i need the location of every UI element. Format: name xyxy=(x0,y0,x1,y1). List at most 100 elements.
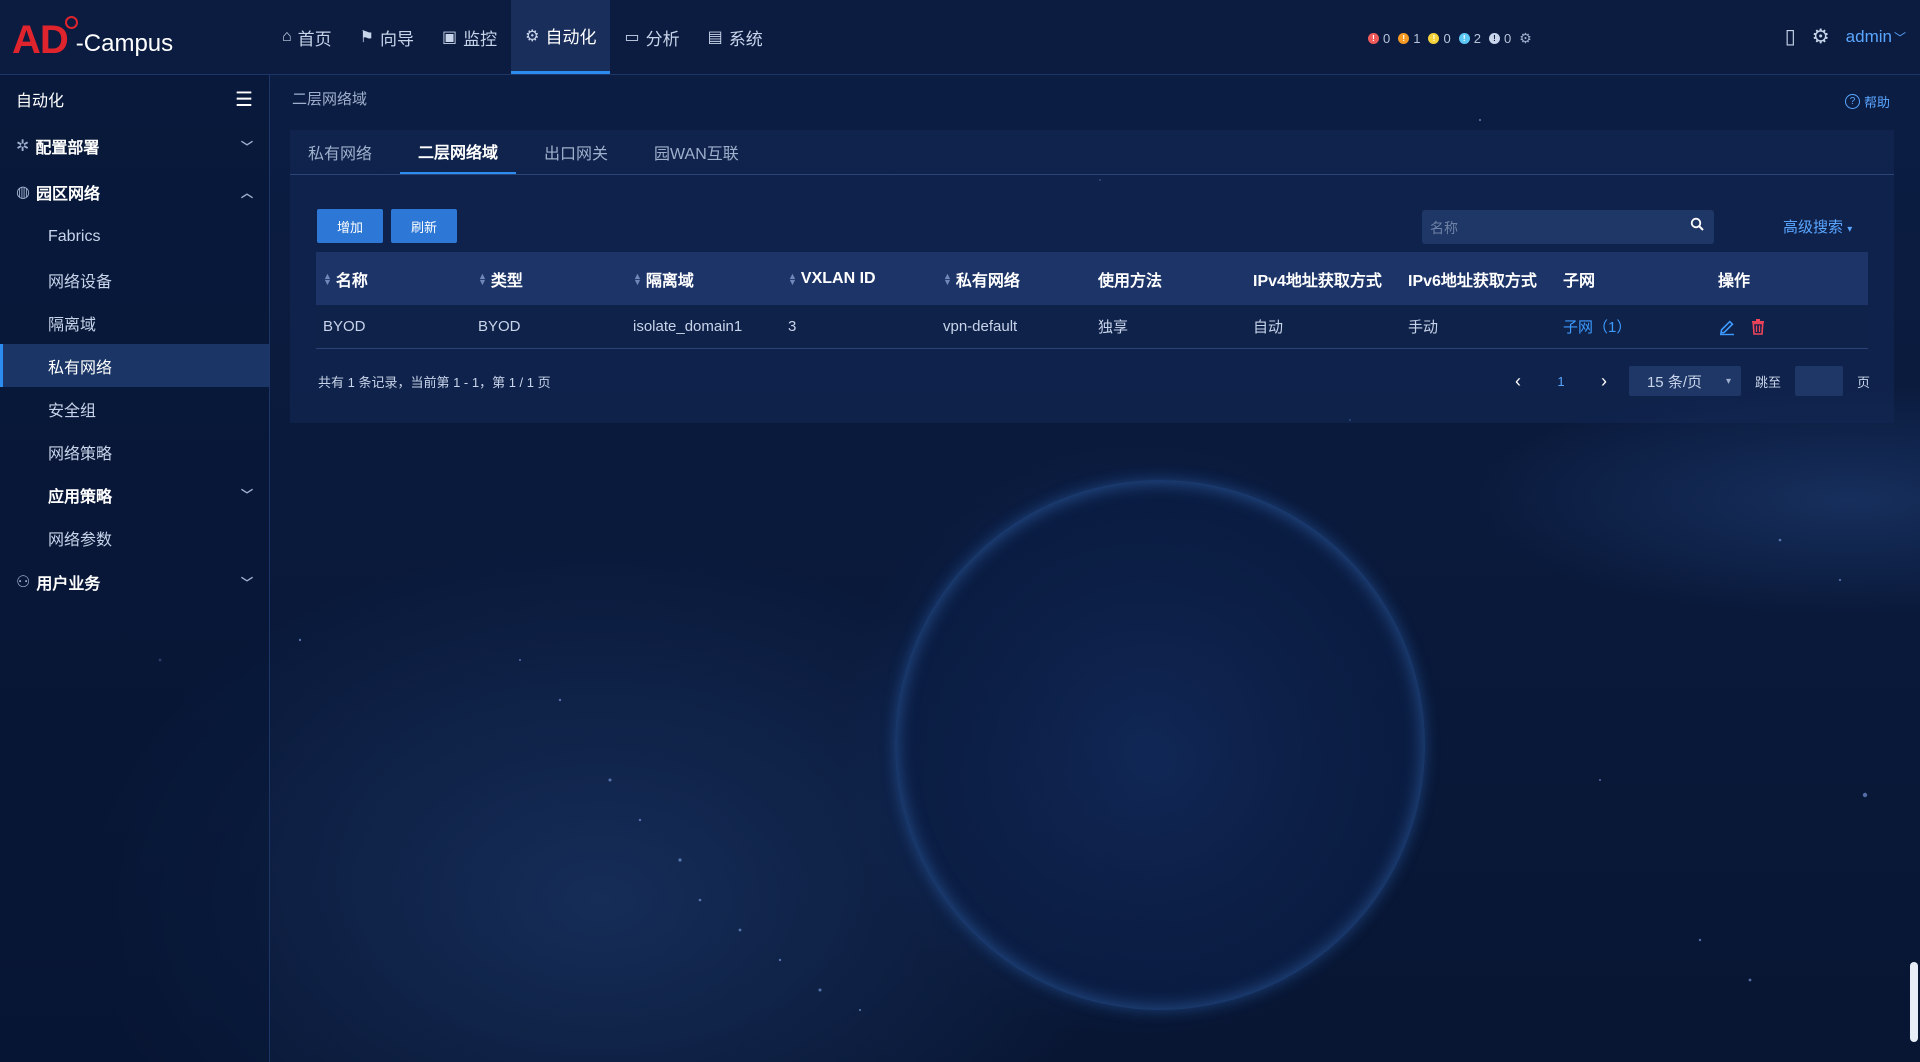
sidebar-item-security-group-label: 安全组 xyxy=(48,402,97,420)
nav-automation[interactable]: ⚙ 自动化 xyxy=(511,0,611,74)
alarm-minor[interactable]: ! 0 xyxy=(1428,31,1451,46)
guide-icon: ⚑ xyxy=(359,29,375,46)
alarm-minor-icon: ! xyxy=(1428,33,1440,44)
alarm-warning-icon: ! xyxy=(1458,33,1470,44)
nav-home[interactable]: ⌂ 首页 xyxy=(268,0,346,74)
column-header-isolation-label: 隔离域 xyxy=(645,272,694,290)
logo: AD -Campus xyxy=(12,14,173,62)
background-planet xyxy=(895,480,1425,1010)
jump-label: 跳至 xyxy=(1754,374,1781,390)
sort-icon: ▲ ▼ xyxy=(323,270,332,287)
sidebar-item-security-group[interactable]: 安全组 xyxy=(0,387,269,430)
column-header-type[interactable]: ▲ ▼ 类型 xyxy=(471,267,626,291)
nav-monitor[interactable]: ▣ 监控 xyxy=(428,0,511,74)
search-icon[interactable] xyxy=(1690,217,1704,231)
advanced-search-link[interactable]: 高级搜索 ▾ xyxy=(1783,216,1852,237)
logo-ad: AD xyxy=(12,16,78,62)
chevron-down-icon: ﹀ xyxy=(1893,30,1906,45)
caret-down-icon: ▾ xyxy=(1847,224,1853,235)
alarm-settings-icon[interactable]: ⚙ xyxy=(1519,30,1532,47)
pagination: ‹ 1 › 15 条/页 ▾ 跳至 页 xyxy=(1507,364,1870,398)
cell-subnet: 子网（1） xyxy=(1556,316,1711,337)
home-icon: ⌂ xyxy=(282,28,292,45)
sidebar-item-network-policy-label: 网络策略 xyxy=(48,445,113,463)
sidebar-group-campus-network[interactable]: ◍ 园区网络 ︿ xyxy=(0,169,269,215)
sidebar-item-network-devices[interactable]: 网络设备 xyxy=(0,258,269,301)
column-header-ipv6: IPv6地址获取方式 xyxy=(1408,272,1537,290)
sidebar-item-app-policy[interactable]: 应用策略 ﹀ xyxy=(0,473,269,516)
analysis-icon: ▭ xyxy=(624,29,640,46)
cell-type: BYOD xyxy=(478,318,521,335)
column-header-private-net[interactable]: ▲ ▼ 私有网络 xyxy=(936,267,1091,291)
document-icon[interactable]: ▯ xyxy=(1785,24,1796,49)
caret-down-icon: ▾ xyxy=(1725,375,1731,387)
edit-icon[interactable] xyxy=(1718,318,1736,336)
prev-page-icon[interactable]: ‹ xyxy=(1507,371,1529,392)
column-header-vxlan[interactable]: ▲ ▼ VXLAN ID xyxy=(781,270,936,288)
sidebar-item-network-params[interactable]: 网络参数 xyxy=(0,516,269,559)
tab-campus-wan[interactable]: 园WAN互联 xyxy=(636,130,757,174)
alarm-warning-count: 2 xyxy=(1473,31,1481,46)
nav-analysis[interactable]: ▭ 分析 xyxy=(610,0,693,74)
column-header-actions: 操作 xyxy=(1718,272,1751,290)
table-header: ▲ ▼ 名称 ▲ ▼ 类型 ▲ ▼ 隔离域 ▲ ▼ VXLAN ID ▲ ▼ 私有网络 使用方法 I… xyxy=(316,252,1868,305)
nav-guide[interactable]: ⚑ 向导 xyxy=(346,0,428,74)
page-number[interactable]: 1 xyxy=(1543,374,1579,389)
column-header-type-label: 类型 xyxy=(490,272,523,290)
collapse-menu-icon[interactable]: ☰ xyxy=(235,87,253,112)
column-header-isolation[interactable]: ▲ ▼ 隔离域 xyxy=(626,267,781,291)
sidebar-group-config-deploy-label: 配置部署 xyxy=(35,140,100,157)
alarm-major[interactable]: ! 1 xyxy=(1398,31,1420,46)
add-button[interactable]: 增加 xyxy=(317,209,384,243)
cell-actions xyxy=(1711,318,1866,336)
nav-system[interactable]: ▤ 系统 xyxy=(694,0,777,74)
nav-system-label: 系统 xyxy=(728,29,763,49)
sidebar-item-private-network[interactable]: 私有网络 xyxy=(0,344,269,387)
sidebar-item-isolation-domain[interactable]: 隔离域 xyxy=(0,301,269,344)
help-icon: ? xyxy=(1844,94,1860,109)
sidebar-group-config-deploy[interactable]: ✲ 配置部署 ﹀ xyxy=(0,123,269,169)
alarm-info[interactable]: ! 0 xyxy=(1488,31,1511,46)
column-header-vxlan-label: VXLAN ID xyxy=(800,269,876,287)
sidebar-group-user-service[interactable]: ⚇ 用户业务 ﹀ xyxy=(0,559,269,605)
cell-ipv4: 自动 xyxy=(1253,319,1284,336)
user-menu[interactable]: admin ﹀ xyxy=(1846,27,1906,47)
alarm-warning[interactable]: ! 2 xyxy=(1458,31,1481,46)
column-header-name[interactable]: ▲ ▼ 名称 xyxy=(316,267,471,291)
page-size-select[interactable]: 15 条/页 ▾ xyxy=(1628,366,1741,396)
search-input[interactable] xyxy=(1422,210,1672,246)
record-summary: 共有 1 条记录，当前第 1 - 1，第 1 / 1 页 xyxy=(318,374,551,390)
cell-vxlan: 3 xyxy=(788,318,797,335)
automation-icon: ⚙ xyxy=(525,27,540,45)
cell-private-net: vpn-default xyxy=(943,318,1018,335)
refresh-button[interactable]: 刷新 xyxy=(391,209,458,243)
alarm-major-count: 1 xyxy=(1413,31,1421,46)
sidebar-item-fabrics[interactable]: Fabrics xyxy=(0,215,269,258)
sidebar-item-fabrics-label: Fabrics xyxy=(48,227,101,245)
alarm-info-icon: ! xyxy=(1488,33,1500,44)
tab-egress-gateway[interactable]: 出口网关 xyxy=(526,130,626,174)
sort-icon: ▲ ▼ xyxy=(788,270,797,287)
sidebar-title-label: 自动化 xyxy=(16,93,65,110)
main-nav: ⌂ 首页 ⚑ 向导 ▣ 监控 ⚙ 自动化 ▭ 分析 ▤ 系统 xyxy=(268,0,777,74)
jump-page-input[interactable] xyxy=(1794,366,1843,396)
subnet-link[interactable]: 子网（1） xyxy=(1563,316,1631,337)
tab-private-network[interactable]: 私有网络 xyxy=(290,130,390,174)
delete-icon[interactable] xyxy=(1750,318,1766,336)
alarm-summary[interactable]: ! 0 ! 1 ! 0 ! 2 ! 0 ⚙ xyxy=(1368,30,1532,47)
next-page-icon[interactable]: › xyxy=(1593,371,1615,392)
column-header-name-label: 名称 xyxy=(335,272,368,290)
sidebar-item-network-policy[interactable]: 网络策略 xyxy=(0,430,269,473)
chevron-down-icon: ﹀ xyxy=(240,488,253,502)
cell-usage: 独享 xyxy=(1098,319,1129,336)
alarm-critical[interactable]: ! 0 xyxy=(1368,31,1390,46)
help-link[interactable]: ? 帮助 xyxy=(1844,92,1890,111)
breadcrumb: 二层网络域 xyxy=(292,91,368,108)
scrollbar-thumb[interactable] xyxy=(1910,962,1918,1042)
nav-home-label: 首页 xyxy=(297,29,332,49)
chevron-down-icon: ﹀ xyxy=(240,575,253,590)
gear-icon[interactable]: ⚙ xyxy=(1812,24,1830,49)
nav-automation-label: 自动化 xyxy=(545,28,597,47)
globe-icon: ◍ xyxy=(16,184,30,201)
tab-l2-network-domain[interactable]: 二层网络域 xyxy=(400,130,517,174)
